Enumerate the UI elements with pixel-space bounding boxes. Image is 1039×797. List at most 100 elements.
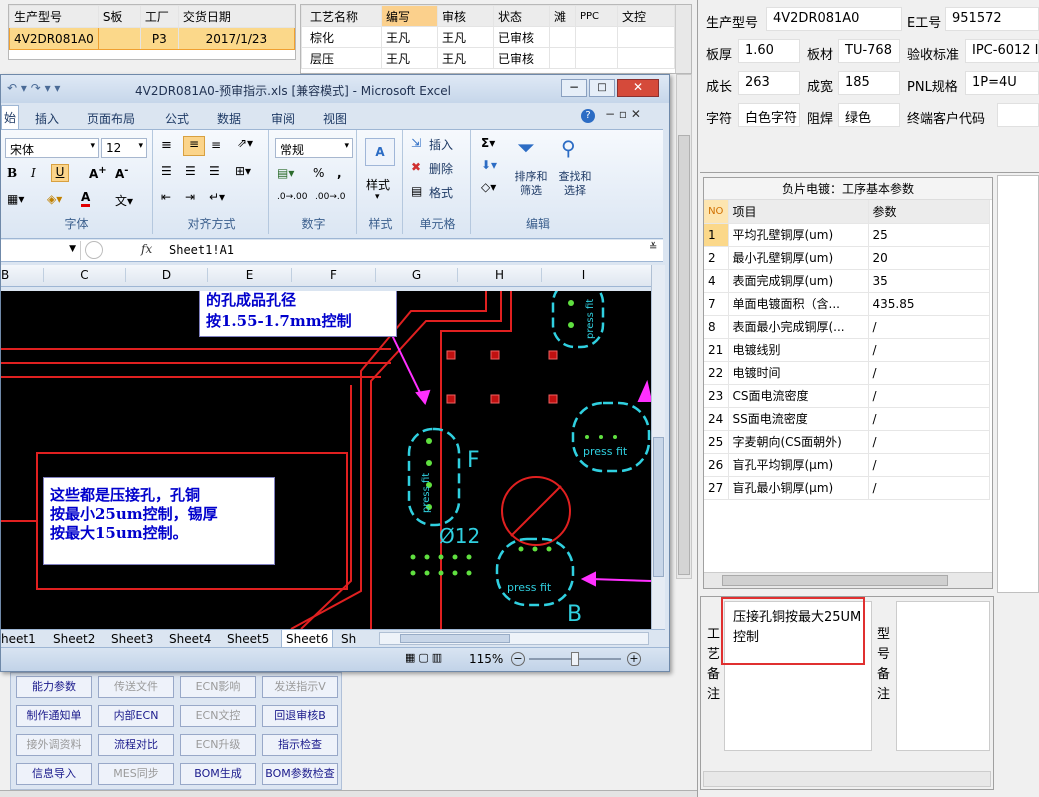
number-format-select[interactable]: 常规 ▾ [275, 138, 353, 158]
indent-increase-icon[interactable]: ⇥ [185, 190, 195, 204]
find-select-button[interactable]: 查找和 选择 [553, 170, 597, 198]
increase-decimal-icon[interactable]: .0→.00 [277, 192, 307, 202]
autosum-icon[interactable]: Σ▾ [481, 136, 495, 150]
sort-filter-icon[interactable]: ⏷ [517, 136, 535, 161]
table-row[interactable]: 棕化 王凡 王凡 已审核 [301, 26, 675, 48]
sheet-tab-more[interactable]: Sh [341, 632, 356, 646]
indent-decrease-icon[interactable]: ⇤ [161, 190, 171, 204]
fill-color-icon[interactable]: ◈▾ [47, 192, 62, 206]
col-header-g[interactable]: G [375, 268, 457, 282]
font-size-select[interactable]: 12 ▾ [101, 138, 147, 158]
border-icon[interactable]: ▦▾ [7, 192, 24, 206]
format-cells-button[interactable]: 格式 [429, 184, 453, 201]
excel-title-bar[interactable]: ↶ ▾ ↷ ▾ ▾ 4V2DR081A0-预审指示.xls [兼容模式] - M… [1, 75, 669, 103]
model-field[interactable]: 4V2DR081A0 [766, 7, 902, 31]
sheet-tab-1[interactable]: heet1 [1, 632, 36, 646]
table-row[interactable]: 27 盲孔最小铜厚(μm) / [704, 476, 990, 500]
col-header-ppc[interactable]: PPC [575, 5, 618, 27]
formula-expand-icon[interactable] [85, 241, 103, 259]
row-value[interactable]: 35 [868, 269, 990, 293]
scrollbar-thumb[interactable] [400, 634, 510, 643]
excel-window[interactable]: ↶ ▾ ↷ ▾ ▾ 4V2DR081A0-预审指示.xls [兼容模式] - M… [0, 74, 670, 672]
comma-icon[interactable]: , [337, 166, 342, 180]
decrease-decimal-icon[interactable]: .00→.0 [315, 192, 345, 202]
capability-params-button[interactable]: 能力参数 [16, 676, 92, 698]
col-header-i[interactable]: I [541, 268, 625, 282]
align-middle-icon[interactable]: ≡ [183, 136, 205, 156]
insert-cells-button[interactable]: 插入 [429, 136, 453, 153]
styles-dropdown-icon[interactable]: ▾ [375, 192, 380, 202]
phonetic-icon[interactable]: 文▾ [115, 192, 133, 209]
wrap-text-icon[interactable]: ↵▾ [209, 190, 225, 204]
bom-generate-button[interactable]: BOM生成 [180, 763, 256, 785]
cell-s-board[interactable] [97, 27, 141, 50]
align-center-icon[interactable]: ☰ [185, 164, 196, 178]
row-value[interactable]: 20 [868, 246, 990, 270]
table-row[interactable]: 层压 王凡 王凡 已审核 [301, 47, 675, 69]
col-header-delivery[interactable]: 交货日期 [177, 5, 296, 28]
cell-factory[interactable]: P3 [139, 27, 179, 50]
row-value[interactable]: / [868, 315, 990, 339]
row-value[interactable]: / [868, 407, 990, 431]
ecn-doc-control-button[interactable]: ECN文控 [180, 705, 256, 727]
cell-model[interactable]: 4V2DR081A0 [9, 27, 99, 50]
formula-collapse-icon[interactable]: ≚ [649, 242, 657, 253]
std-field[interactable]: IPC-6012 I [965, 39, 1039, 63]
tab-page-layout[interactable]: 页面布局 [87, 110, 135, 127]
remarks-h-scrollbar[interactable] [703, 771, 991, 787]
process-compare-button[interactable]: 流程对比 [98, 734, 174, 756]
sheet-tab-5[interactable]: Sheet5 [227, 632, 269, 646]
zoom-out-button[interactable]: − [511, 652, 525, 666]
merge-icon[interactable]: ⊞▾ [235, 164, 251, 178]
close-button[interactable]: ✕ [617, 79, 659, 97]
col-header-doc[interactable]: 文控 [617, 5, 675, 27]
currency-icon[interactable]: ▤▾ [277, 166, 294, 180]
cust-field[interactable] [997, 103, 1039, 127]
mes-sync-button[interactable]: MES同步 [98, 763, 174, 785]
styles-button[interactable]: 样式 [366, 176, 390, 193]
width-field[interactable]: 185 [838, 71, 900, 95]
scrollbar-thumb[interactable] [653, 437, 664, 577]
col-header-c[interactable]: C [43, 268, 125, 282]
send-instruction-button[interactable]: 发送指示V [262, 676, 338, 698]
formula-text[interactable]: Sheet1!A1 [169, 243, 234, 257]
align-right-icon[interactable]: ☰ [209, 164, 220, 178]
tab-home[interactable]: 始 [1, 105, 19, 129]
rollback-review-button[interactable]: 回退审核B [262, 705, 338, 727]
col-header-b[interactable]: B [1, 268, 9, 282]
maximize-button[interactable]: □ [589, 79, 615, 97]
row-value[interactable]: / [868, 361, 990, 385]
ribbon-window-controls[interactable]: − ▫ ✕ [605, 107, 641, 121]
char-field[interactable]: 白色字符 [738, 103, 800, 127]
format-cells-icon[interactable]: ▤ [411, 184, 422, 198]
help-icon[interactable]: ? [581, 109, 595, 123]
col-header-process[interactable]: 工艺名称 [301, 5, 382, 27]
cell-delivery[interactable]: 2017/1/23 [177, 27, 296, 50]
sheet-tab-4[interactable]: Sheet4 [169, 632, 211, 646]
model-remark-field[interactable] [896, 601, 990, 751]
process-grid[interactable]: 工艺名称 编写 审核 状态 滩 PPC 文控 棕化 王凡 王凡 已审核 层压 王… [300, 4, 692, 74]
pnl-field[interactable]: 1P=4U [965, 71, 1039, 95]
row-value[interactable]: / [868, 338, 990, 362]
shrink-font-button[interactable]: A- [115, 165, 128, 181]
row-value[interactable]: / [868, 476, 990, 500]
table-row[interactable]: 8 表面最小完成铜厚(... / [704, 315, 990, 339]
sort-filter-button[interactable]: 排序和 筛选 [509, 170, 553, 198]
table-row[interactable]: 4V2DR081A0 P3 2017/1/23 [9, 27, 296, 50]
col-header-status[interactable]: 状态 [493, 5, 550, 27]
col-header-f[interactable]: F [291, 268, 375, 282]
insert-cells-icon[interactable]: ⇲ [411, 136, 421, 150]
make-notice-button[interactable]: 制作通知单 [16, 705, 92, 727]
delete-cells-icon[interactable]: ✖ [411, 160, 421, 174]
grow-font-button[interactable]: A+ [89, 165, 107, 181]
col-header-reviewer[interactable]: 审核 [437, 5, 494, 27]
table-row[interactable]: 7 单面电镀面积（含... 435.85 [704, 292, 990, 316]
mask-field[interactable]: 绿色 [838, 103, 900, 127]
align-top-icon[interactable]: ≡ [161, 138, 172, 153]
delete-cells-button[interactable]: 删除 [429, 160, 453, 177]
len-field[interactable]: 263 [738, 71, 800, 95]
excel-h-scrollbar[interactable] [379, 632, 649, 645]
col-header-factory[interactable]: 工厂 [139, 5, 179, 28]
tab-data[interactable]: 数据 [217, 110, 241, 127]
col-header-h[interactable]: H [457, 268, 541, 282]
